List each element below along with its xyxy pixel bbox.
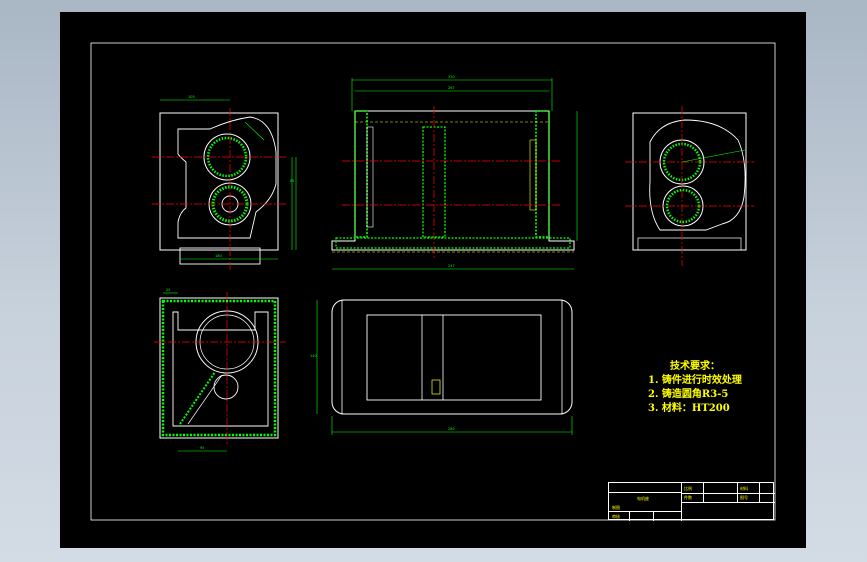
technical-requirements-title: 技术要求： [670,361,720,372]
cad-drawing: 105 180 85 330 267 247 95 25 140 280 [90,42,776,521]
drawing-canvas: 105 180 85 330 267 247 95 25 140 280 技术要… [60,12,806,548]
title-block-quantity-label: 件数 [684,495,692,500]
top-middle-outline [331,110,575,251]
top-left-dim-bottom-label: 180 [215,254,222,258]
top-left-profile [177,116,277,239]
bottom-middle-dim-height-label: 140 [310,354,317,358]
view-bottom-left: 95 25 [154,288,286,452]
bottom-left-inner-outline [172,311,269,427]
top-right-leader [681,149,746,163]
bottom-middle-opening [366,314,542,401]
bottom-left-rib-a [179,371,216,425]
top-middle-dim-inner-label: 267 [448,86,455,90]
top-right-base [637,237,742,251]
technical-requirement-item: 2. 铸造圆角R3-5 [648,389,729,400]
top-left-dim-right-label: 85 [290,179,294,183]
top-middle-wall-right [535,110,550,238]
view-top-middle: 330 267 247 [331,75,578,270]
top-middle-dim-overall-label: 330 [448,75,455,79]
top-left-arc-leader [244,121,265,141]
bottom-left-bore-small [213,374,239,400]
view-top-left: 105 180 85 [152,95,297,270]
top-middle-bore-right [529,139,537,211]
title-block-ratio-label: 比例 [684,486,692,491]
title-block-part-name: 电机座 [637,496,649,501]
top-middle-bore-left [366,126,374,228]
top-left-dim-top-label: 105 [188,95,195,99]
bottom-left-rib-b [187,374,223,425]
top-middle-base-hatch [335,237,571,249]
drawing-border [90,42,776,521]
bottom-middle-dim-width-label: 280 [448,427,455,431]
title-block-material-label: 材料 [740,486,748,491]
bottom-left-dim-top-label: 25 [166,288,170,292]
view-bottom-middle: 140 280 [310,299,573,435]
bottom-middle-outer [331,299,573,415]
top-middle-dim-bottom-label: 247 [448,264,455,268]
bottom-left-dim-bottom-label: 95 [200,446,204,450]
bottom-middle-boss [431,379,441,395]
title-block-drawing-no-label: 图号 [740,495,748,500]
view-top-right [625,106,754,266]
technical-requirement-item: 1. 铸件进行时效处理 [648,375,742,386]
title-block: 电机座 比例 件数 材料 图号 制图 审核 [608,482,775,521]
bottom-middle-flange [341,299,563,415]
technical-requirement-item: 3. 材料：HT200 [648,403,730,414]
title-block-reviewer-label: 审核 [612,514,620,519]
technical-requirements: 技术要求： 1. 铸件进行时效处理 2. 铸造圆角R3-5 3. 材料：HT20… [648,360,742,416]
title-block-designer-label: 制图 [612,505,620,510]
top-middle-wall-left [354,110,368,238]
